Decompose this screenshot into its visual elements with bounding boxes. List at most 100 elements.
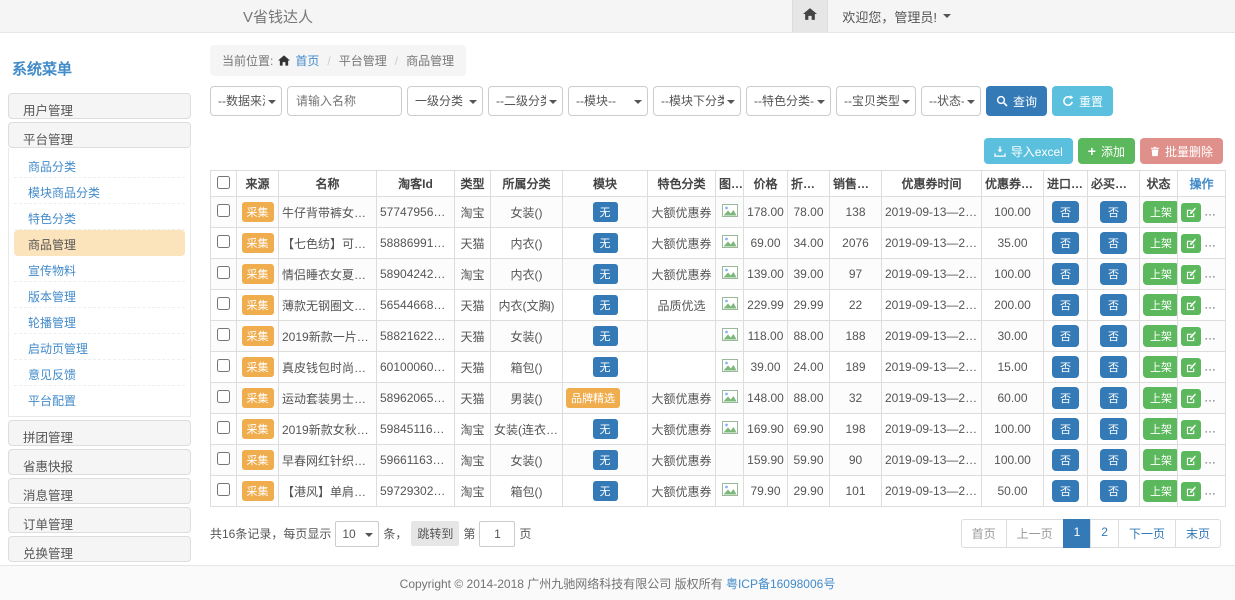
sidebar-item-active[interactable]: 商品管理 — [14, 230, 185, 256]
status-button[interactable]: 上架 — [1143, 480, 1178, 502]
sidebar-item[interactable]: 轮播管理 — [14, 308, 185, 334]
filter-select-control[interactable]: --二级分类-- — [489, 87, 562, 115]
edit-button[interactable] — [1181, 265, 1201, 284]
batch-delete-button[interactable]: 批量删除 — [1140, 138, 1223, 164]
must-buy-toggle[interactable]: 否 — [1100, 263, 1127, 285]
import-select-toggle[interactable]: 否 — [1052, 418, 1079, 440]
edit-button[interactable] — [1181, 451, 1201, 470]
sidebar-section-header[interactable]: 拼团管理 — [8, 420, 191, 446]
filter-select-control[interactable]: --宝贝类型-- — [837, 87, 915, 115]
must-buy-toggle[interactable]: 否 — [1100, 232, 1127, 254]
page-button-首页[interactable]: 首页 — [961, 519, 1007, 548]
row-checkbox[interactable] — [217, 235, 230, 248]
import-select-toggle[interactable]: 否 — [1052, 201, 1079, 223]
select-all-header — [211, 171, 237, 197]
row-checkbox[interactable] — [217, 266, 230, 279]
status-button[interactable]: 上架 — [1143, 449, 1178, 471]
status-button[interactable]: 上架 — [1143, 232, 1178, 254]
page-button-2[interactable]: 2 — [1090, 519, 1119, 548]
breadcrumb-home-link[interactable]: 首页 — [295, 52, 319, 69]
status-button[interactable]: 上架 — [1143, 294, 1178, 316]
must-buy-toggle[interactable]: 否 — [1100, 418, 1127, 440]
sidebar-section-header[interactable]: 消息管理 — [8, 478, 191, 504]
page-button-上一页[interactable]: 上一页 — [1006, 519, 1064, 548]
page-button-下一页[interactable]: 下一页 — [1118, 519, 1176, 548]
sidebar-item[interactable]: 特色分类 — [14, 204, 185, 230]
coupon-time: 2019-09-13—2019-09-17 — [882, 197, 982, 228]
filter-select-control[interactable]: --特色分类-- — [747, 87, 830, 115]
edit-button[interactable] — [1181, 296, 1201, 315]
row-checkbox[interactable] — [217, 421, 230, 434]
per-page-select[interactable]: 10 — [335, 521, 379, 547]
source-badge: 采集 — [242, 326, 274, 346]
row-checkbox[interactable] — [217, 483, 230, 496]
user-menu[interactable]: 欢迎您，管理员! — [828, 7, 965, 26]
home-button[interactable] — [792, 0, 828, 32]
import-select-toggle[interactable]: 否 — [1052, 294, 1079, 316]
page-number-input[interactable] — [479, 521, 515, 547]
import-select-toggle[interactable]: 否 — [1052, 387, 1079, 409]
must-buy-toggle[interactable]: 否 — [1100, 294, 1127, 316]
row-checkbox[interactable] — [217, 359, 230, 372]
row-checkbox[interactable] — [217, 297, 230, 310]
sidebar-item[interactable]: 平台配置 — [14, 386, 185, 412]
edit-button[interactable] — [1181, 389, 1201, 408]
import-select-toggle[interactable]: 否 — [1052, 325, 1079, 347]
must-buy-toggle[interactable]: 否 — [1100, 387, 1127, 409]
edit-button[interactable] — [1181, 358, 1201, 377]
filter-select-control[interactable]: --数据来源-- — [211, 87, 281, 115]
add-button[interactable]: + 添加 — [1078, 138, 1135, 164]
sidebar-item[interactable]: 模块商品分类 — [14, 178, 185, 204]
import-select-toggle[interactable]: 否 — [1052, 356, 1079, 378]
filter-select-control[interactable]: 一级分类 — [408, 87, 482, 115]
sidebar-section-header[interactable]: 省惠快报 — [8, 449, 191, 475]
status-button[interactable]: 上架 — [1143, 356, 1178, 378]
filter-select-control[interactable]: --模块下分类-- — [654, 87, 740, 115]
sidebar-item[interactable]: 宣传物料 — [14, 256, 185, 282]
edit-button[interactable] — [1181, 482, 1201, 501]
must-buy-cell: 否 — [1088, 445, 1140, 476]
name-search-input[interactable] — [287, 86, 402, 116]
must-buy-toggle[interactable]: 否 — [1100, 201, 1127, 223]
import-select-toggle[interactable]: 否 — [1052, 480, 1079, 502]
reset-button[interactable]: 重置 — [1052, 86, 1113, 116]
sidebar-item[interactable]: 启动页管理 — [14, 334, 185, 360]
must-buy-toggle[interactable]: 否 — [1100, 480, 1127, 502]
page-button-末页[interactable]: 末页 — [1175, 519, 1221, 548]
row-checkbox[interactable] — [217, 452, 230, 465]
row-checkbox[interactable] — [217, 328, 230, 341]
status-button[interactable]: 上架 — [1143, 263, 1178, 285]
filter-select-control[interactable]: --状态-- — [922, 87, 980, 115]
sidebar-section-header[interactable]: 平台管理 — [8, 122, 191, 148]
sidebar-item[interactable]: 商品分类 — [14, 152, 185, 178]
jump-button[interactable]: 跳转到 — [411, 521, 459, 546]
import-select-toggle[interactable]: 否 — [1052, 449, 1079, 471]
discount-price: 69.90 — [788, 414, 830, 445]
row-checkbox[interactable] — [217, 390, 230, 403]
icp-link[interactable]: 粤ICP备16098006号 — [726, 575, 835, 592]
edit-button[interactable] — [1181, 203, 1201, 222]
import-select-toggle[interactable]: 否 — [1052, 232, 1079, 254]
sidebar-section-header[interactable]: 兑换管理 — [8, 536, 191, 562]
edit-button[interactable] — [1181, 420, 1201, 439]
query-button[interactable]: 查询 — [986, 86, 1047, 116]
status-button[interactable]: 上架 — [1143, 387, 1178, 409]
must-buy-toggle[interactable]: 否 — [1100, 356, 1127, 378]
sidebar-section-header[interactable]: 订单管理 — [8, 507, 191, 533]
edit-button[interactable] — [1181, 234, 1201, 253]
import-select-toggle[interactable]: 否 — [1052, 263, 1079, 285]
sidebar-item[interactable]: 版本管理 — [14, 282, 185, 308]
status-button[interactable]: 上架 — [1143, 418, 1178, 440]
import-excel-button[interactable]: 导入excel — [984, 138, 1073, 164]
status-button[interactable]: 上架 — [1143, 201, 1178, 223]
sidebar-item[interactable]: 意见反馈 — [14, 360, 185, 386]
must-buy-toggle[interactable]: 否 — [1100, 449, 1127, 471]
status-button[interactable]: 上架 — [1143, 325, 1178, 347]
select-all-checkbox[interactable] — [217, 176, 230, 189]
edit-button[interactable] — [1181, 327, 1201, 346]
sidebar-section-header[interactable]: 用户管理 — [8, 93, 191, 119]
filter-select-control[interactable]: --模块-- — [569, 87, 647, 115]
must-buy-toggle[interactable]: 否 — [1100, 325, 1127, 347]
page-button-1[interactable]: 1 — [1063, 519, 1092, 548]
row-checkbox[interactable] — [217, 204, 230, 217]
